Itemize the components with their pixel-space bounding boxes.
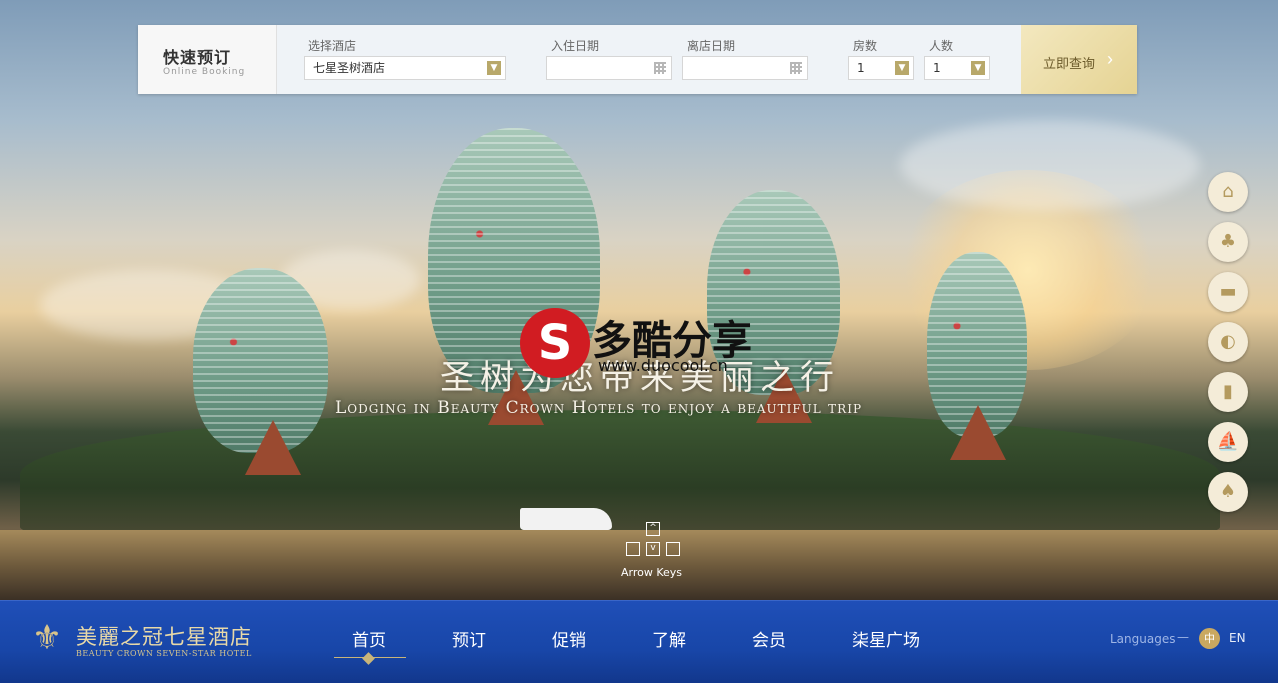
bed-icon[interactable]: ▬ <box>1208 272 1248 312</box>
hotel-logo-icon[interactable]: ⚜ <box>28 617 66 659</box>
guests-select-value: 1 <box>933 61 941 75</box>
arrow-up-key[interactable]: ^ <box>646 522 660 536</box>
booking-title: 快速预订 <box>163 48 232 67</box>
calendar-icon[interactable] <box>654 62 666 74</box>
search-button-label: 立即查询 <box>1043 56 1096 71</box>
nav-item-about[interactable]: 了解 <box>652 626 686 651</box>
yacht <box>520 508 612 530</box>
nav-item-promotions[interactable]: 促销 <box>552 626 586 651</box>
language-en-button[interactable]: EN <box>1229 631 1246 645</box>
booking-title-panel: 快速预订 Online Booking <box>138 25 277 94</box>
language-cn-button[interactable]: 中 <box>1199 628 1220 649</box>
hotel-select[interactable]: 七星圣树酒店 ▼ <box>304 56 506 80</box>
nav-item-booking[interactable]: 预订 <box>452 626 486 651</box>
hotel-logo-subtitle: BEAUTY CROWN SEVEN-STAR HOTEL <box>76 649 252 658</box>
chevron-down-icon[interactable]: ▼ <box>487 61 501 75</box>
watermark-logo: S <box>520 308 590 378</box>
chevron-down-icon[interactable]: ▼ <box>895 61 909 75</box>
arrow-keys-hint: ^ v Arrow Keys <box>618 520 688 580</box>
search-button[interactable]: 立即查询 › <box>1021 25 1137 94</box>
hotel-logo-name[interactable]: 美麗之冠七星酒店 <box>76 621 252 651</box>
rooms-label: 房数 <box>853 39 878 53</box>
diamond-icon <box>362 652 375 665</box>
tree-icon[interactable]: ♣ <box>1208 222 1248 262</box>
guests-label: 人数 <box>929 39 954 53</box>
nav-item-home[interactable]: 首页 <box>352 626 386 651</box>
bottom-nav-bar: ⚜ 美麗之冠七星酒店 BEAUTY CROWN SEVEN-STAR HOTEL… <box>0 600 1278 683</box>
checkout-date-input[interactable] <box>682 56 808 80</box>
hotel-label: 选择酒店 <box>308 39 357 53</box>
chevron-right-icon: › <box>1107 49 1113 69</box>
booking-bar: 快速预订 Online Booking 选择酒店 七星圣树酒店 ▼ 入住日期 离… <box>138 25 1137 94</box>
languages-label: Languages <box>1110 632 1176 646</box>
tower-base <box>950 405 1006 460</box>
calendar-icon[interactable] <box>790 62 802 74</box>
hotel-select-value: 七星圣树酒店 <box>313 61 386 75</box>
watermark-url: www.duocool.cn <box>598 356 728 375</box>
checkin-date-input[interactable] <box>546 56 672 80</box>
guests-select[interactable]: 1 ▼ <box>924 56 990 80</box>
checkin-label: 入住日期 <box>551 39 600 53</box>
home-icon[interactable]: ⌂ <box>1208 172 1248 212</box>
boat-icon[interactable]: ⛵ <box>1208 422 1248 462</box>
languages-separator: — <box>1177 630 1189 644</box>
arrow-keys-label: Arrow Keys <box>621 566 683 579</box>
nav-item-plaza[interactable]: 柒星广场 <box>852 626 920 651</box>
arrow-right-key[interactable] <box>666 542 680 556</box>
arrow-left-key[interactable] <box>626 542 640 556</box>
tower-base <box>245 420 301 475</box>
rooms-select-value: 1 <box>857 61 865 75</box>
nav-item-members[interactable]: 会员 <box>752 626 786 651</box>
arrow-down-key[interactable]: v <box>646 542 660 556</box>
checkout-label: 离店日期 <box>687 39 736 53</box>
chevron-down-icon[interactable]: ▼ <box>971 61 985 75</box>
bottles-icon[interactable]: ▮ <box>1208 372 1248 412</box>
booking-subtitle: Online Booking <box>163 67 246 77</box>
hero-slogan-en: Lodging in Beauty Crown Hotels to enjoy … <box>335 398 863 418</box>
rooms-select[interactable]: 1 ▼ <box>848 56 914 80</box>
cloud <box>900 120 1200 210</box>
crown-icon[interactable]: ♠ <box>1208 472 1248 512</box>
dining-icon[interactable]: ◐ <box>1208 322 1248 362</box>
